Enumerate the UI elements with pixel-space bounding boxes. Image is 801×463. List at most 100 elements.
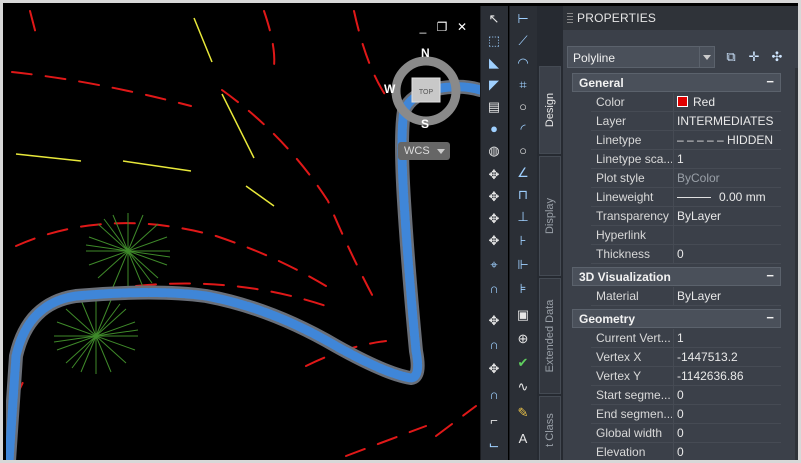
section-general[interactable]: General − [572, 73, 781, 92]
globe-icon[interactable]: ◍ [484, 142, 504, 160]
prop-row-vertex-x[interactable]: Vertex X -1447513.2 [591, 348, 781, 367]
dimension-center-icon[interactable]: ⊧ [513, 280, 533, 298]
wcs-dropdown[interactable]: WCS [398, 142, 450, 160]
compass-south[interactable]: S [421, 117, 429, 131]
prop-row-color[interactable]: Color Red [591, 93, 781, 112]
pencil-icon[interactable]: ✎ [513, 404, 533, 422]
prop-row-end-segment[interactable]: End segmen... 0 [591, 405, 781, 424]
chevron-down-icon[interactable] [699, 47, 714, 67]
select-window-icon[interactable]: ⬚ [484, 32, 504, 50]
compass-north[interactable]: N [421, 46, 430, 60]
plus-circle-icon[interactable]: ⊕ [513, 330, 533, 348]
point-dim-icon[interactable]: ⌗ [513, 76, 533, 94]
prop-row-start-segment[interactable]: Start segme... 0 [591, 386, 781, 405]
prop-row-current-vertex[interactable]: Current Vert... 1 [591, 329, 781, 348]
dimension-base-icon[interactable]: ⊥ [513, 208, 533, 226]
toggle-pickadd-icon[interactable]: ⧉ [722, 48, 740, 66]
compass-west[interactable]: W [384, 82, 395, 96]
restore-viewport-icon[interactable]: ❐ [435, 20, 449, 34]
collapse-icon[interactable]: − [766, 74, 774, 89]
arc-icon[interactable]: ◠ [513, 54, 533, 72]
point2-icon[interactable]: ✥ [484, 360, 504, 378]
prop-row-hyperlink[interactable]: Hyperlink [591, 226, 781, 245]
document-icon[interactable]: ▤ [484, 98, 504, 116]
prop-value[interactable]: 0.00 mm [677, 190, 766, 204]
prop-value[interactable]: Red [677, 95, 715, 109]
prop-value[interactable]: INTERMEDIATES [677, 114, 773, 128]
frame-icon[interactable]: ▣ [513, 306, 533, 324]
snap-cursor-icon[interactable]: ✥ [484, 210, 504, 228]
magnet-icon[interactable]: ∩ [484, 280, 504, 298]
tab-display[interactable]: Display [539, 156, 561, 276]
snap-cross-icon[interactable]: ✥ [484, 232, 504, 250]
prop-value[interactable]: -1142636.86 [677, 369, 744, 383]
palette-scrollbar[interactable] [795, 68, 798, 460]
snap-a-icon[interactable]: ✥ [484, 188, 504, 206]
dimension-h-icon[interactable]: ⊢ [513, 10, 533, 28]
quick-select-icon[interactable]: ✣ [768, 48, 786, 66]
dimension-aligned-icon[interactable]: ⟋ [513, 32, 533, 50]
circle2-icon[interactable]: ○ [513, 142, 533, 160]
prop-value[interactable]: – – – – – HIDDEN [677, 133, 773, 147]
prop-value[interactable]: ByLayer [677, 289, 721, 303]
prop-value[interactable]: 0 [677, 445, 684, 459]
collapse-icon[interactable]: − [766, 268, 774, 283]
tab-design[interactable]: Design [539, 66, 561, 154]
prop-row-plot-style[interactable]: Plot style ByColor [591, 169, 781, 188]
select-icon[interactable]: ↖ [484, 10, 504, 28]
prop-row-linetype[interactable]: Linetype – – – – – HIDDEN [591, 131, 781, 150]
drawing-viewport[interactable]: TOP _ ❐ ✕ N S W WCS [6, 6, 480, 463]
circle-icon[interactable]: ○ [513, 98, 533, 116]
drawing-canvas[interactable]: TOP [6, 6, 480, 463]
pick-add-icon[interactable]: ◤ [484, 76, 504, 94]
pointer-icon[interactable]: ⌙ [484, 436, 504, 454]
prop-value[interactable]: 0 [677, 407, 684, 421]
point-icon[interactable]: ✥ [484, 312, 504, 330]
dimension-ord-icon[interactable]: ⊩ [513, 256, 533, 274]
close-viewport-icon[interactable]: ✕ [455, 20, 469, 34]
contour-line [435, 405, 477, 437]
section-3d-visualization[interactable]: 3D Visualization − [572, 267, 781, 286]
prop-row-lineweight[interactable]: Lineweight 0.00 mm [591, 188, 781, 207]
magnet3-icon[interactable]: ∩ [484, 386, 504, 404]
prop-value[interactable]: -1447513.2 [677, 350, 738, 364]
prop-row-thickness[interactable]: Thickness 0 [591, 245, 781, 264]
dimension-cont-icon[interactable]: ⊦ [513, 232, 533, 250]
prop-value[interactable]: ByLayer [677, 209, 721, 223]
object-type-select[interactable]: Polyline [567, 46, 715, 68]
select-objects-icon[interactable]: ✛ [745, 48, 763, 66]
prop-value[interactable]: 0 [677, 426, 684, 440]
prop-row-material[interactable]: Material ByLayer [591, 287, 781, 306]
prop-value[interactable]: ByColor [677, 171, 720, 185]
globe-color-icon[interactable]: ● [484, 120, 504, 138]
tab-extended-data[interactable]: Extended Data [539, 278, 561, 394]
prop-row-global-width[interactable]: Global width 0 [591, 424, 781, 443]
prop-key: Lineweight [596, 190, 654, 204]
tab-class[interactable]: t Class [539, 396, 561, 460]
fence-icon[interactable]: ⊓ [513, 186, 533, 204]
prop-row-linetype-scale[interactable]: Linetype sca... 1 [591, 150, 781, 169]
angle-icon[interactable]: ∠ [513, 164, 533, 182]
prop-row-vertex-y[interactable]: Vertex Y -1142636.86 [591, 367, 781, 386]
prop-row-layer[interactable]: Layer INTERMEDIATES [591, 112, 781, 131]
magnet2-icon[interactable]: ∩ [484, 336, 504, 354]
check-icon[interactable]: ✔ [513, 354, 533, 372]
prop-row-transparency[interactable]: Transparency ByLayer [591, 207, 781, 226]
pin-icon[interactable]: ⌖ [484, 256, 504, 274]
prop-value[interactable]: 0 [677, 247, 684, 261]
prop-value[interactable]: 0 [677, 388, 684, 402]
section-geometry[interactable]: Geometry − [572, 309, 781, 328]
palette-titlebar[interactable]: PROPERTIES [563, 6, 798, 30]
minimize-viewport-icon[interactable]: _ [416, 20, 430, 34]
grip-icon[interactable] [567, 13, 573, 23]
text-icon[interactable]: A [513, 430, 533, 448]
snap-icon[interactable]: ✥ [484, 166, 504, 184]
pick-icon[interactable]: ◣ [484, 54, 504, 72]
prop-row-elevation[interactable]: Elevation 0 [591, 443, 781, 460]
prop-value[interactable]: 1 [677, 152, 684, 166]
line-icon[interactable]: ⌐ [484, 412, 504, 430]
wave-icon[interactable]: ∿ [513, 378, 533, 396]
prop-value[interactable]: 1 [677, 331, 684, 345]
collapse-icon[interactable]: − [766, 310, 774, 325]
arc2-icon[interactable]: ◜ [513, 120, 533, 138]
